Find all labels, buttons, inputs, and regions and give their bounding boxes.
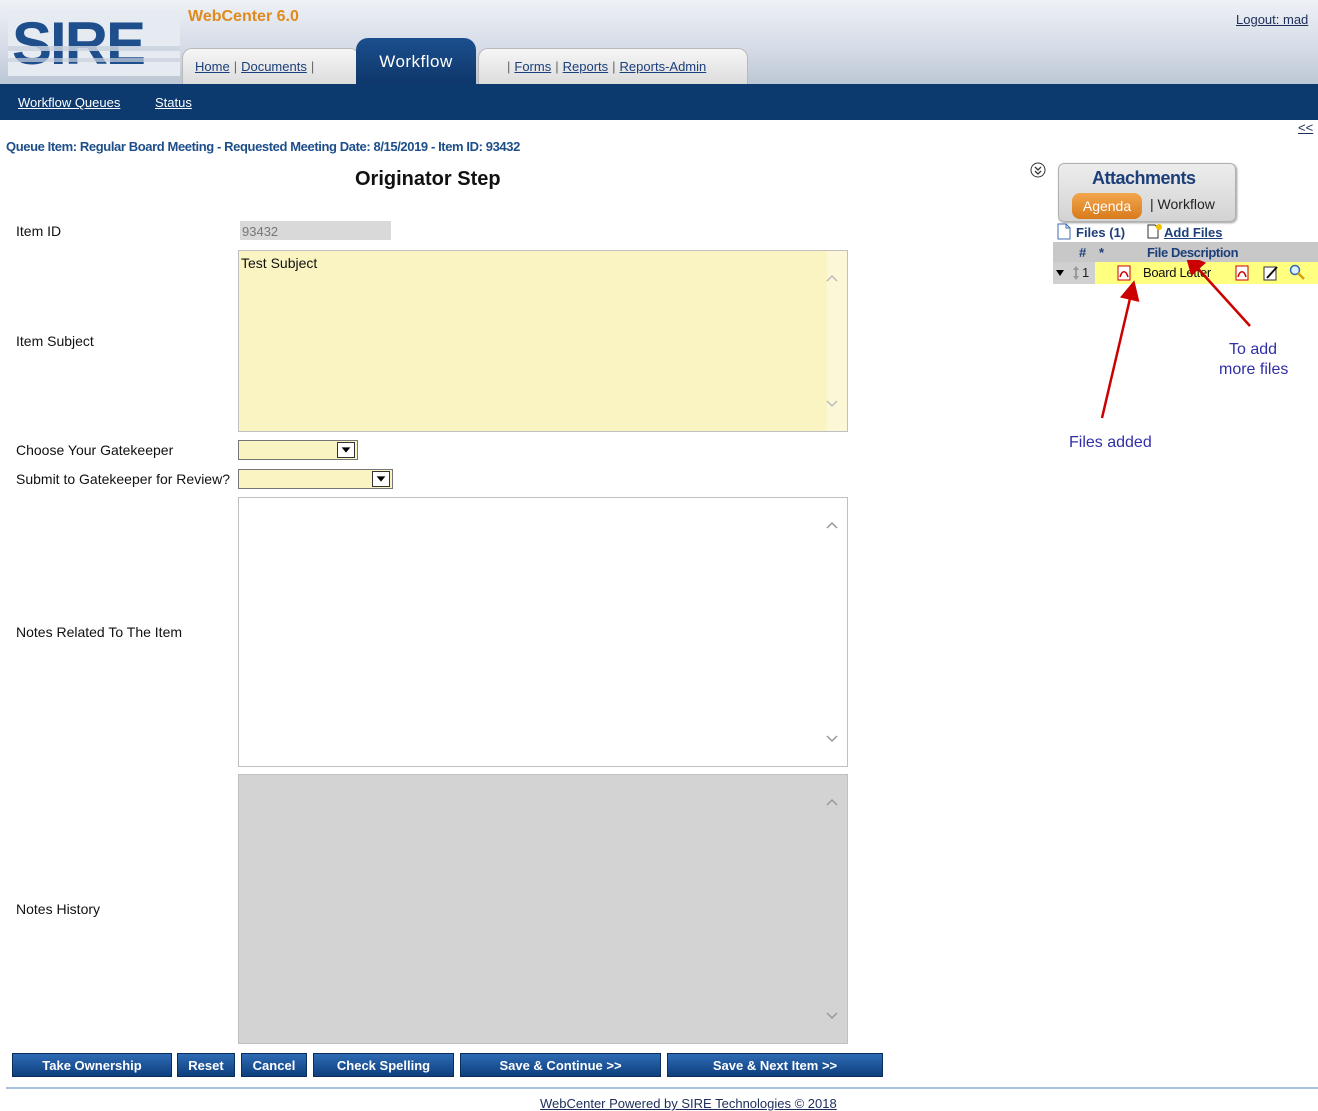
col-file-description: File Description — [1147, 245, 1239, 260]
gatekeeper-label: Choose Your Gatekeeper — [16, 442, 174, 458]
item-subject-value: Test Subject — [241, 255, 318, 271]
step-title: Originator Step — [355, 168, 501, 190]
magnifier-icon[interactable] — [1289, 264, 1305, 280]
item-id-label: Item ID — [16, 223, 62, 239]
attachments-title: Attachments — [1092, 168, 1196, 188]
file-number: 1 — [1082, 265, 1090, 280]
tab-reports-admin[interactable]: Reports-Admin — [620, 59, 707, 74]
sub-navbar: Workflow Queues Status — [0, 84, 1318, 120]
item-subject-label: Item Subject — [16, 333, 94, 349]
chevron-down-icon — [337, 442, 355, 458]
chevron-down-icon — [372, 471, 390, 487]
notes-history-label: Notes History — [16, 901, 101, 917]
save-continue-button[interactable]: Save & Continue >> — [460, 1053, 661, 1077]
file-icon — [1057, 223, 1071, 240]
col-number: # — [1079, 245, 1087, 260]
gatekeeper-select[interactable] — [238, 440, 358, 460]
take-ownership-button[interactable]: Take Ownership — [12, 1053, 172, 1077]
check-spelling-button[interactable]: Check Spelling — [313, 1053, 454, 1077]
submit-gatekeeper-label: Submit to Gatekeeper for Review? — [16, 471, 230, 487]
collapse-attachments-icon[interactable] — [1030, 162, 1046, 178]
logo-text: SIRE — [12, 10, 144, 76]
annotation-more-files: more files — [1219, 361, 1289, 378]
annotation-to-add: To add — [1229, 341, 1278, 358]
footer-divider — [6, 1087, 1318, 1089]
add-file-icon[interactable] — [1146, 223, 1163, 239]
logout-link[interactable]: Logout: mad — [1236, 12, 1308, 27]
tabstrip-right: | Forms | Reports | Reports-Admin — [478, 48, 748, 84]
tab-agenda[interactable]: Agenda — [1072, 193, 1142, 219]
tab-forms[interactable]: Forms — [514, 59, 551, 74]
scroll-up-icon[interactable] — [825, 518, 839, 532]
notes-textarea[interactable] — [238, 497, 848, 767]
tab-documents[interactable]: Documents — [241, 59, 307, 74]
item-subject-textarea[interactable]: Test Subject — [238, 250, 848, 432]
scroll-up-icon[interactable] — [825, 795, 839, 809]
notes-history-textarea — [238, 774, 848, 1044]
collapse-panel-link[interactable]: << — [1298, 120, 1313, 135]
tab-attachments-workflow[interactable]: | Workflow — [1150, 196, 1215, 212]
scroll-down-icon[interactable] — [825, 1009, 839, 1023]
app-title: WebCenter 6.0 — [188, 8, 299, 25]
item-id-field: 93432 — [240, 221, 391, 240]
add-files-link[interactable]: Add Files — [1164, 225, 1223, 240]
submit-gatekeeper-select[interactable] — [238, 469, 393, 489]
footer-link[interactable]: WebCenter Powered by SIRE Technologies ©… — [540, 1096, 837, 1111]
scrollbar-track — [827, 251, 847, 431]
queue-item-title: Queue Item: Regular Board Meeting - Requ… — [6, 139, 520, 154]
scroll-down-icon[interactable] — [825, 732, 839, 746]
annotation-files-added: Files added — [1069, 434, 1152, 451]
nav-workflow-queues[interactable]: Workflow Queues — [18, 95, 120, 110]
save-next-item-button[interactable]: Save & Next Item >> — [667, 1053, 883, 1077]
col-star: * — [1099, 245, 1105, 260]
nav-status[interactable]: Status — [155, 95, 192, 110]
row-menu-icon[interactable] — [1056, 269, 1064, 277]
notes-label: Notes Related To The Item — [16, 624, 183, 640]
tab-attachments-workflow-label: Workflow — [1157, 196, 1215, 212]
tab-home[interactable]: Home — [195, 59, 230, 74]
reset-button[interactable]: Reset — [177, 1053, 235, 1077]
sire-logo: SIRE — [8, 10, 180, 76]
cancel-button[interactable]: Cancel — [241, 1053, 307, 1077]
file-table-header: # * File Description — [1053, 242, 1318, 262]
files-link[interactable]: Files (1) — [1076, 225, 1125, 240]
tabstrip-left: Home | Documents | — [182, 48, 360, 84]
tab-reports[interactable]: Reports — [563, 59, 609, 74]
drag-handle-icon[interactable] — [1073, 266, 1079, 280]
tab-workflow[interactable]: Workflow — [356, 38, 476, 88]
